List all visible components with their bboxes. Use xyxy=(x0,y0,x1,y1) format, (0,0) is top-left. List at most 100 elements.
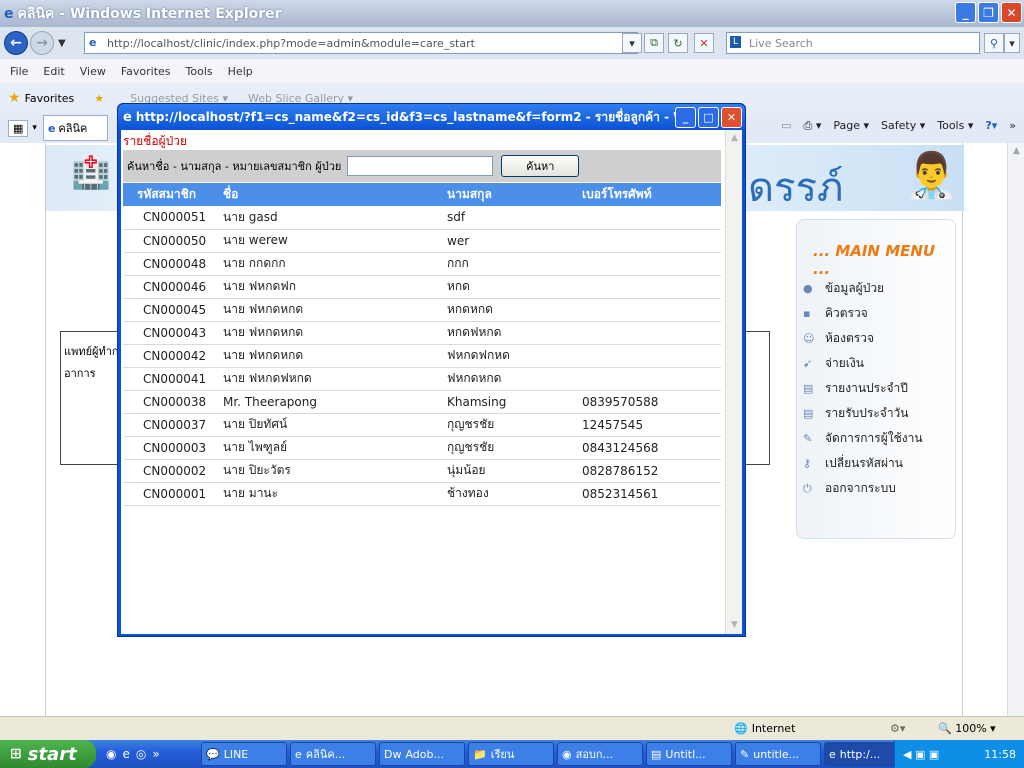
cell-name[interactable]: นาย ฟหกดหกด xyxy=(219,344,445,368)
table-row[interactable]: CN000042 นาย ฟหกดหกด ฟหกดฟกหด xyxy=(123,344,721,368)
cell-member-id[interactable]: CN000041 xyxy=(123,367,219,391)
table-row[interactable]: CN000038 Mr. Theerapong Khamsing 0839570588 xyxy=(123,390,721,414)
taskbar-item[interactable]: 💬 LINE xyxy=(201,742,287,766)
menu-file[interactable]: File xyxy=(10,65,28,78)
menu-item-logout[interactable]: ⏻ ออกจากระบบ xyxy=(803,476,923,501)
taskbar-item[interactable]: e คลินิค... xyxy=(290,742,376,766)
cell-name[interactable]: นาย มานะ xyxy=(219,482,445,506)
table-row[interactable]: CN000002 นาย ปิยะวัตร นุ่มน้อย 0828786152 xyxy=(123,459,721,483)
search-submit-button[interactable]: ค้นหา xyxy=(501,155,580,177)
table-row[interactable]: CN000051 นาย gasd sdf xyxy=(123,206,721,230)
zoom-level[interactable]: 🔍 100% ▾ xyxy=(938,722,996,735)
table-row[interactable]: CN000041 นาย ฟหกดฟหกด ฟหกดหกด xyxy=(123,367,721,391)
menu-tools[interactable]: Tools xyxy=(186,65,213,78)
cell-name[interactable]: นาย werew xyxy=(219,229,445,253)
favorites-button[interactable]: Favorites xyxy=(25,92,75,105)
cell-member-id[interactable]: CN000043 xyxy=(123,321,219,345)
menu-item-queue[interactable]: ▪ คิวตรวจ xyxy=(803,301,923,326)
table-row[interactable]: CN000037 นาย ปิยทัศน์ กุญชรชัย 12457545 xyxy=(123,413,721,437)
chrome-icon[interactable]: ◉ xyxy=(106,747,116,761)
protected-mode-icon[interactable]: ⚙▾ xyxy=(890,722,905,735)
address-dropdown-button[interactable]: ▾ xyxy=(622,33,642,53)
taskbar-item[interactable]: ◉ สอบก... xyxy=(557,742,643,766)
table-row[interactable]: CN000003 นาย ไพฑูลย์ กุญชรชัย 0843124568 xyxy=(123,436,721,460)
cell-name[interactable]: นาย ฟหกดฟหกด xyxy=(219,367,445,391)
menu-item-payment[interactable]: ➹ จ่ายเงิน xyxy=(803,351,923,376)
page-scrollbar[interactable]: ▲ xyxy=(1007,143,1024,716)
page-menu[interactable]: Page ▾ xyxy=(833,119,869,133)
toolbar-overflow-icon[interactable]: » xyxy=(1009,119,1016,133)
quick-tabs-icon[interactable]: ▦ xyxy=(8,119,29,137)
menu-help[interactable]: Help xyxy=(228,65,253,78)
table-row[interactable]: CN000001 นาย มานะ ช้างทอง 0852314561 xyxy=(123,482,721,506)
menu-item-exam-room[interactable]: ☺ ห้องตรวจ xyxy=(803,326,923,351)
table-row[interactable]: CN000043 นาย ฟหกดหกด หกดฟหกด xyxy=(123,321,721,345)
cell-member-id[interactable]: CN000002 xyxy=(123,459,219,483)
add-favorite-icon[interactable]: ★ xyxy=(94,92,104,105)
cell-member-id[interactable]: CN000048 xyxy=(123,252,219,276)
menu-item-patient-info[interactable]: ● ข้อมูลผู้ป่วย xyxy=(803,276,923,301)
compat-view-button[interactable]: ⧉ xyxy=(644,33,664,53)
restore-button[interactable]: ❐ xyxy=(978,2,999,23)
menu-item-annual-report[interactable]: ▤ รายงานประจำปี xyxy=(803,376,923,401)
taskbar-item[interactable]: ✎ untitle... xyxy=(735,742,821,766)
quicklaunch-overflow-icon[interactable]: » xyxy=(152,747,159,761)
scroll-up-arrow-icon[interactable]: ▲ xyxy=(1008,143,1024,160)
safety-menu[interactable]: Safety ▾ xyxy=(881,119,925,133)
cell-member-id[interactable]: CN000045 xyxy=(123,298,219,322)
cell-member-id[interactable]: CN000046 xyxy=(123,275,219,299)
column-header-name[interactable]: ชื่อ xyxy=(219,183,445,206)
cell-member-id[interactable]: CN000003 xyxy=(123,436,219,460)
menu-view[interactable]: View xyxy=(80,65,106,78)
popup-scroll-down-arrow-icon[interactable]: ▼ xyxy=(726,617,743,634)
menu-item-change-password[interactable]: ⚷ เปลี่ยนรหัสผ่าน xyxy=(803,451,923,476)
popup-scrollbar[interactable]: ▲ ▼ xyxy=(725,130,742,634)
popup-maximize-button[interactable]: □ xyxy=(698,107,719,128)
table-row[interactable]: CN000050 นาย werew wer xyxy=(123,229,721,253)
cell-name[interactable]: นาย ไพฑูลย์ xyxy=(219,436,445,460)
taskbar-item[interactable]: 📁 เรียน xyxy=(468,742,554,766)
minimize-button[interactable]: _ xyxy=(955,2,976,23)
tab-clinic[interactable]: e คลินิค xyxy=(42,115,109,141)
cell-member-id[interactable]: CN000051 xyxy=(123,206,219,230)
close-button[interactable]: ✕ xyxy=(1001,2,1022,23)
menu-item-manage-users[interactable]: ✎ จัดการการผู้ใช้งาน xyxy=(803,426,923,451)
column-header-member-id[interactable]: รหัสสมาชิก xyxy=(123,183,219,206)
cell-member-id[interactable]: CN000037 xyxy=(123,413,219,437)
search-button[interactable]: ⚲ xyxy=(984,33,1004,53)
cell-name[interactable]: Mr. Theerapong xyxy=(219,390,445,414)
print-icon[interactable]: ⎙ ▾ xyxy=(804,119,822,133)
column-header-phone[interactable]: เบอร์โทรศัพท์ xyxy=(580,183,721,206)
address-bar[interactable]: e http://localhost/clinic/index.php?mode… xyxy=(84,32,638,54)
cell-name[interactable]: นาย กกดกก xyxy=(219,252,445,276)
cell-member-id[interactable]: CN000050 xyxy=(123,229,219,253)
cell-name[interactable]: นาย ฟหกดหกด xyxy=(219,321,445,345)
column-header-lastname[interactable]: นามสกุล xyxy=(445,183,580,206)
taskbar-item[interactable]: ▤ Untitl... xyxy=(646,742,732,766)
help-icon[interactable]: ?▾ xyxy=(985,119,997,133)
taskbar-item[interactable]: Dw Adob... xyxy=(379,742,465,766)
history-dropdown-icon[interactable]: ▼ xyxy=(58,38,66,49)
cell-name[interactable]: นาย ฟหกดหกด xyxy=(219,298,445,322)
table-row[interactable]: CN000048 นาย กกดกก กกก xyxy=(123,252,721,276)
rss-feeds-icon[interactable]: ▭ xyxy=(781,119,791,133)
start-button[interactable]: ⊞ start xyxy=(0,740,96,768)
patient-search-input[interactable] xyxy=(347,156,494,176)
table-row[interactable]: CN000046 นาย ฟหกดฟก หกด xyxy=(123,275,721,299)
table-row[interactable]: CN000045 นาย ฟหกดหกด หกดหกด xyxy=(123,298,721,322)
popup-scroll-up-arrow-icon[interactable]: ▲ xyxy=(726,130,743,147)
forward-button[interactable]: → xyxy=(30,31,54,55)
refresh-button[interactable]: ↻ xyxy=(668,33,688,53)
cell-name[interactable]: นาย ปิยทัศน์ xyxy=(219,413,445,437)
popup-close-button[interactable]: ✕ xyxy=(721,107,742,128)
tab-list-dropdown-icon[interactable]: ▾ xyxy=(32,123,37,133)
menu-favorites[interactable]: Favorites xyxy=(121,65,171,78)
cell-member-id[interactable]: CN000038 xyxy=(123,390,219,414)
tray-icons[interactable]: ◀ ▣ ▣ xyxy=(903,748,939,761)
cell-name[interactable]: นาย ปิยะวัตร xyxy=(219,459,445,483)
cell-name[interactable]: นาย gasd xyxy=(219,206,445,230)
search-options-button[interactable]: ▾ xyxy=(1004,33,1020,53)
menu-item-daily-income[interactable]: ▤ รายรับประจำวัน xyxy=(803,401,923,426)
tools-menu[interactable]: Tools ▾ xyxy=(937,119,973,133)
cell-name[interactable]: นาย ฟหกดฟก xyxy=(219,275,445,299)
